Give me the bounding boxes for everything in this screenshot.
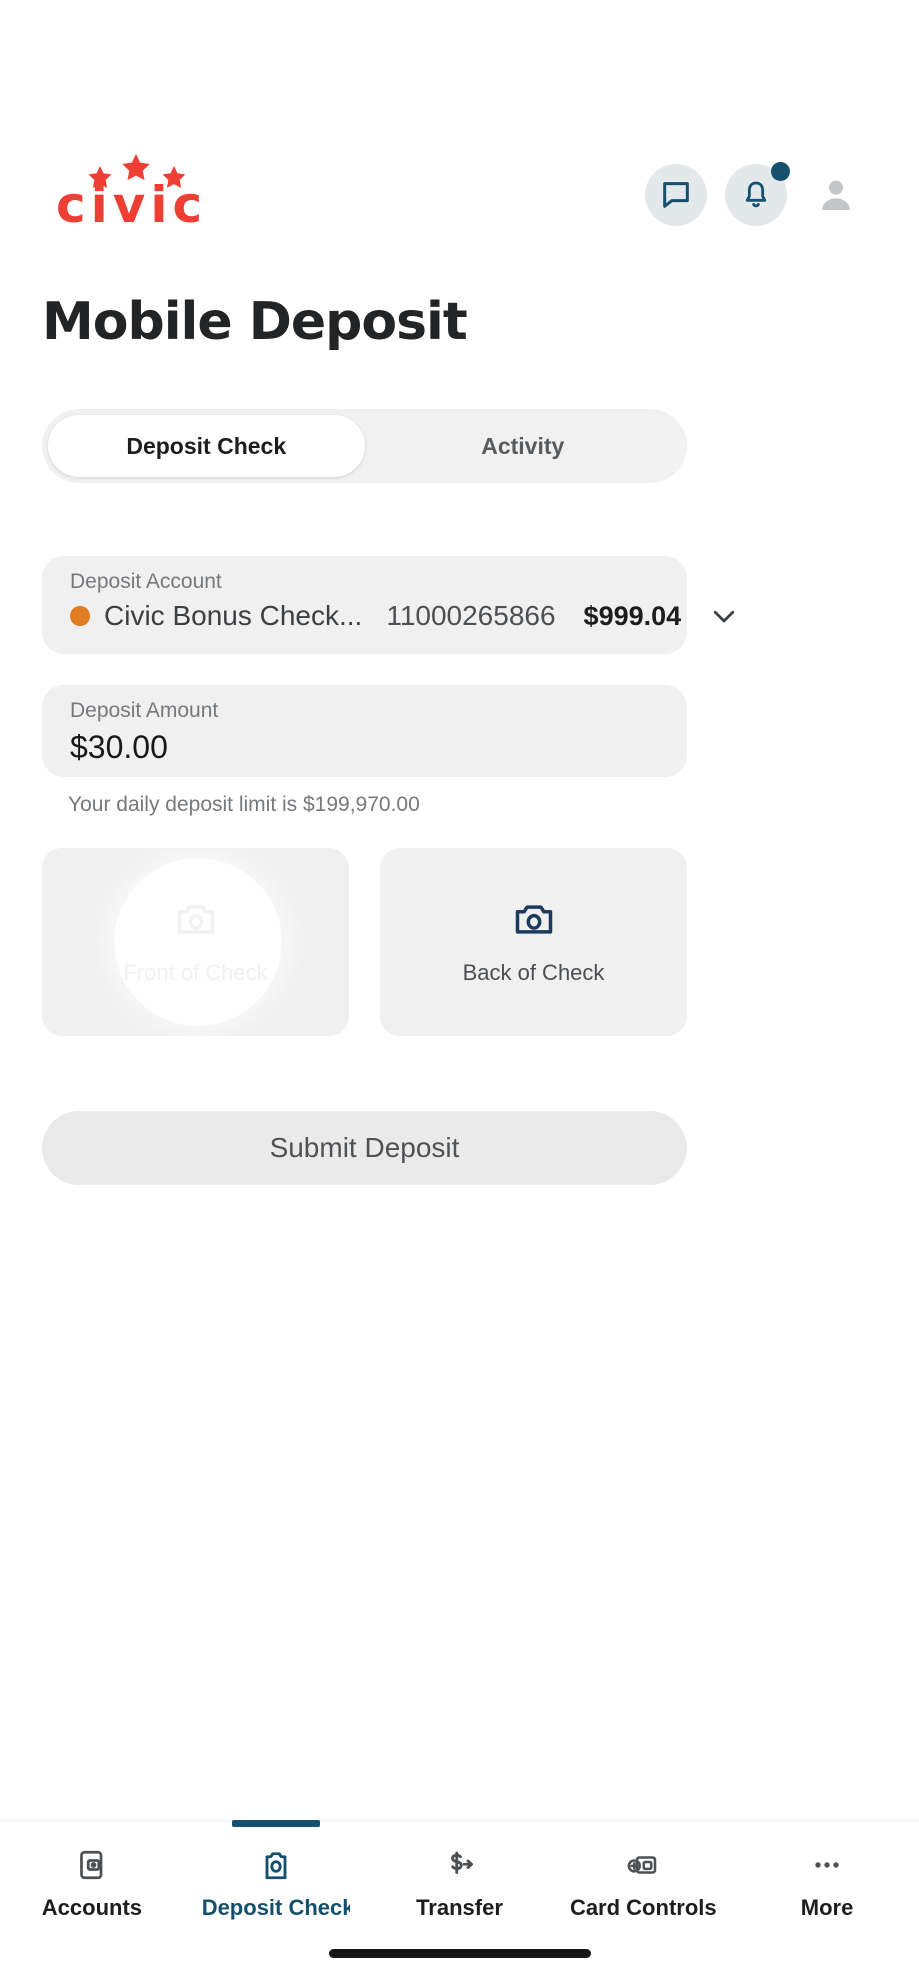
messages-button[interactable] (645, 164, 707, 226)
account-name: Civic Bonus Check... (104, 600, 363, 631)
profile-button[interactable] (805, 164, 867, 226)
ellipsis-icon (815, 1862, 839, 1868)
nav-label-deposit-check: Deposit Check (201, 1895, 350, 1920)
tab-activity[interactable]: Activity (365, 415, 682, 477)
home-indicator (328, 1949, 591, 1958)
app-header: civic (0, 140, 919, 250)
page-title: Mobile Deposit (42, 292, 468, 352)
deposit-account-label: Deposit Account (70, 570, 222, 593)
header-actions (645, 162, 867, 226)
civic-logo: civic (56, 150, 236, 240)
nav-label-card-controls: Card Controls (569, 1895, 717, 1920)
daily-limit-helper-text: Your daily deposit limit is $199,970.00 (68, 793, 420, 816)
deposit-tabs: Deposit Check Activity (42, 409, 687, 483)
account-color-dot (70, 606, 90, 626)
account-number: 11000265866 (386, 600, 556, 631)
deposit-amount-field[interactable]: Deposit Amount $30.00 (42, 685, 687, 777)
deposit-account-selector[interactable]: Deposit Account Civic Bonus Check... 110… (42, 556, 735, 654)
logo-wordmark: civic (56, 176, 208, 234)
nav-item-transfer[interactable]: Transfer (368, 1847, 552, 1921)
submit-deposit-button[interactable]: Submit Deposit (42, 1111, 687, 1185)
back-of-check-label: Back of Check (462, 960, 605, 985)
camera-icon (177, 905, 214, 934)
camera-check-icon (265, 1852, 287, 1880)
tab-deposit-check[interactable]: Deposit Check (48, 415, 365, 477)
person-avatar-icon (822, 180, 850, 210)
bell-icon (745, 181, 767, 208)
chevron-down-icon (714, 610, 735, 623)
nav-label-accounts: Accounts (41, 1895, 143, 1920)
card-plus-icon (627, 1856, 657, 1874)
active-tab-indicator (231, 1820, 320, 1827)
nav-item-accounts[interactable]: Accounts (0, 1847, 184, 1921)
account-balance: $999.04 (583, 600, 682, 631)
nav-label-transfer: Transfer (416, 1895, 503, 1920)
message-bubble-icon (663, 182, 689, 208)
account-card-icon (80, 1850, 103, 1880)
nav-label-more: More (800, 1895, 854, 1920)
notification-badge (771, 162, 790, 181)
mobile-deposit-screen: civic Mobile Deposit Deposit Check Activ… (0, 0, 919, 1980)
deposit-amount-value: $30.00 (70, 729, 168, 765)
camera-icon (515, 905, 552, 934)
nav-item-deposit-check[interactable]: Deposit Check (184, 1820, 368, 1921)
account-dropdown-toggle[interactable] (709, 601, 739, 631)
nav-item-card-controls[interactable]: Card Controls (551, 1847, 735, 1921)
front-of-check-label: Front of Check (123, 960, 268, 985)
deposit-amount-label: Deposit Amount (70, 699, 219, 722)
deposit-account-row: Civic Bonus Check... 11000265866 $999.04 (70, 600, 735, 632)
notifications-button[interactable] (725, 162, 790, 226)
front-of-check-button[interactable]: Front of Check (42, 848, 349, 1036)
back-of-check-button[interactable]: Back of Check (380, 848, 687, 1036)
dollar-arrow-icon (451, 1851, 474, 1874)
nav-item-more[interactable]: More (735, 1847, 919, 1921)
